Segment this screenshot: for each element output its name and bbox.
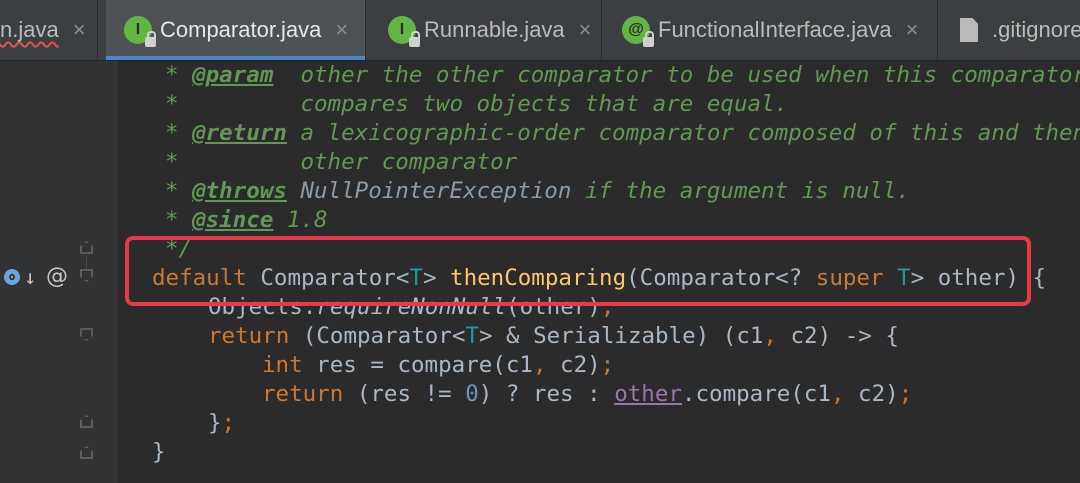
semicolon: ; xyxy=(221,410,236,436)
code-token: (res != xyxy=(343,381,466,407)
lock-icon xyxy=(145,31,156,47)
code-token: ) ? res : xyxy=(478,381,615,407)
semicolon: ; xyxy=(898,381,913,407)
tab-label: Runnable.java xyxy=(424,17,565,42)
tab-label: FunctionalInterface.java xyxy=(658,17,892,42)
fold-guide xyxy=(86,257,87,269)
tab-label: n.java xyxy=(0,17,59,42)
keyword: return xyxy=(262,381,344,407)
interface-icon: I xyxy=(388,16,420,47)
highlight-annotation-box xyxy=(125,236,1031,306)
code-token: c2) xyxy=(844,381,899,407)
code-token: c2) xyxy=(546,352,601,378)
interface-icon: I xyxy=(124,16,156,47)
doc-space xyxy=(273,62,300,88)
annotation-icon[interactable]: @ xyxy=(46,264,68,289)
close-icon[interactable]: × xyxy=(73,17,86,43)
tab-main-java[interactable]: n.java × xyxy=(0,0,98,60)
close-icon[interactable]: × xyxy=(906,17,919,43)
doc-space xyxy=(287,178,301,204)
fold-end-icon[interactable] xyxy=(80,446,93,459)
code-token: > & Serializable) (c1 xyxy=(478,323,764,349)
code-token: } xyxy=(152,439,166,465)
javadoc-tag: @since xyxy=(192,207,274,233)
code-token: res = compare(c1 xyxy=(302,352,533,378)
tab-label: .gitignore xyxy=(992,17,1080,42)
code-line: } xyxy=(152,438,166,467)
javadoc-tag: @param xyxy=(192,62,274,88)
lock-icon xyxy=(643,31,654,47)
tab-comparator-java[interactable]: I Comparator.java × xyxy=(106,0,366,60)
code-token: c2) -> { xyxy=(776,323,899,349)
type-parameter: T xyxy=(465,323,479,349)
doc-text: * other comparator xyxy=(165,149,518,175)
code-line: * @param other the other comparator to b… xyxy=(165,61,1080,90)
fold-start-icon[interactable] xyxy=(80,269,93,282)
javadoc-tag: @throws xyxy=(192,178,287,204)
captured-variable[interactable]: other xyxy=(614,381,682,407)
doc-text: * compares two objects that are equal. xyxy=(165,91,789,117)
code-line: int res = compare(c1, c2); xyxy=(262,351,614,380)
tab-label: Comparator.java xyxy=(160,17,322,42)
code-line: * @since 1.8 xyxy=(165,206,328,235)
comma: , xyxy=(532,352,547,378)
keyword: int xyxy=(262,352,303,378)
doc-star: * xyxy=(165,207,193,233)
doc-text: if the argument is null. xyxy=(571,178,911,204)
gutter-markers: o ↓ @ xyxy=(4,264,68,289)
doc-type-reference: NullPointerException xyxy=(300,178,572,204)
keyword: return xyxy=(208,323,290,349)
code-line: }; xyxy=(208,409,235,438)
arrow-down-icon[interactable]: ↓ xyxy=(24,267,36,287)
editor-tab-bar: n.java × I Comparator.java × I Runnable.… xyxy=(0,0,1080,61)
doc-text: 1.8 xyxy=(273,207,328,233)
semicolon: ; xyxy=(600,352,615,378)
tab-gitignore[interactable]: .gitignore xyxy=(938,0,1080,60)
comma: , xyxy=(763,323,777,349)
tab-functionalinterface-java[interactable]: @ FunctionalInterface.java × xyxy=(602,0,938,60)
code-token: .compare(c1 xyxy=(681,381,831,407)
code-line: return (Comparator<T> & Serializable) (c… xyxy=(208,322,899,351)
close-icon[interactable]: × xyxy=(579,17,592,43)
fold-start-icon[interactable] xyxy=(80,328,93,341)
fold-end-icon[interactable] xyxy=(80,241,93,254)
number-literal: 0 xyxy=(465,381,479,407)
text-file-icon xyxy=(960,18,978,42)
javadoc-tag: @return xyxy=(192,120,287,146)
code-token: (Comparator< xyxy=(289,323,466,349)
code-line: * other comparator xyxy=(165,148,517,177)
code-line: * @throws NullPointerException if the ar… xyxy=(165,177,910,206)
overrides-method-icon[interactable]: o xyxy=(4,268,20,285)
code-token: } xyxy=(208,410,222,436)
tab-runnable-java[interactable]: I Runnable.java × xyxy=(366,0,602,60)
doc-star: * xyxy=(165,62,193,88)
doc-text: other the other comparator to be used wh… xyxy=(300,62,1080,88)
code-line: * @return a lexicographic-order comparat… xyxy=(165,119,1080,148)
editor-gutter: o ↓ @ xyxy=(0,61,118,483)
fold-end-icon[interactable] xyxy=(80,415,93,428)
comma: , xyxy=(830,381,845,407)
doc-star: * xyxy=(165,178,193,204)
lock-icon xyxy=(409,31,420,47)
annotation-type-icon: @ xyxy=(622,16,654,47)
doc-star: * xyxy=(165,120,193,146)
doc-text: a lexicographic-order comparator compose… xyxy=(286,120,1080,146)
code-line: return (res != 0) ? res : other.compare(… xyxy=(262,380,912,409)
code-line: * compares two objects that are equal. xyxy=(165,90,788,119)
close-icon[interactable]: × xyxy=(335,17,348,43)
